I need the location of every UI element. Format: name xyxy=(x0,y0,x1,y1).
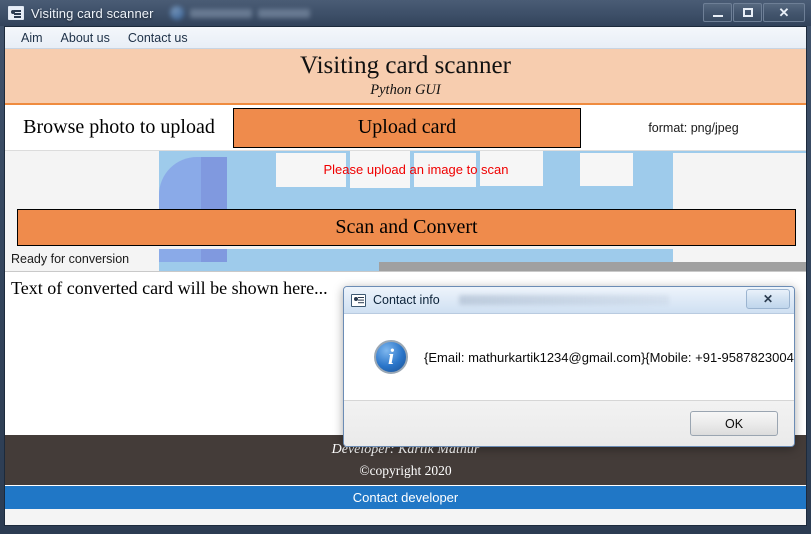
ghost-bar-b xyxy=(258,8,310,18)
page-title: Visiting card scanner xyxy=(300,51,511,79)
output-placeholder-text: Text of converted card will be shown her… xyxy=(11,278,328,298)
scan-and-convert-button[interactable]: Scan and Convert xyxy=(17,209,796,246)
menu-item-aim[interactable]: Aim xyxy=(13,29,51,47)
titlebar-background-artifact xyxy=(170,4,350,22)
close-icon: ✕ xyxy=(778,5,790,20)
dialog-body: i {Email: mathurkartik1234@gmail.com}{Mo… xyxy=(344,313,794,400)
browse-label: Browse photo to upload xyxy=(23,116,215,138)
close-button[interactable]: ✕ xyxy=(763,3,805,22)
maximize-button[interactable] xyxy=(733,3,762,22)
dialog-footer: OK xyxy=(344,400,794,446)
menu-bar: Aim About us Contact us xyxy=(5,27,806,49)
scan-button-row: Scan and Convert xyxy=(5,209,806,249)
window-titlebar[interactable]: Visiting card scanner ✕ xyxy=(0,0,811,26)
contact-info-dialog: Contact info ✕ i {Email: mathurkartik123… xyxy=(343,286,795,447)
info-icon: i xyxy=(374,340,408,374)
dialog-contact-card-icon xyxy=(351,293,366,307)
dialog-titlebar[interactable]: Contact info ✕ xyxy=(344,287,794,313)
dialog-titlebar-artifact xyxy=(459,295,669,305)
maximize-icon xyxy=(742,8,753,17)
upload-row: Browse photo to upload Upload card forma… xyxy=(5,105,806,151)
menu-item-about-us[interactable]: About us xyxy=(53,29,118,47)
contact-developer-button[interactable]: Contact developer xyxy=(5,485,806,509)
window-title: Visiting card scanner xyxy=(31,5,154,21)
minimize-icon xyxy=(712,14,723,17)
upload-card-button[interactable]: Upload card xyxy=(233,107,581,148)
dialog-ok-button[interactable]: OK xyxy=(690,411,778,436)
status-strip: Ready for conversion xyxy=(5,249,806,271)
menu-item-contact-us[interactable]: Contact us xyxy=(120,29,196,47)
card-preview-area: Please upload an image to scan xyxy=(5,151,806,209)
application-window: Visiting card scanner ✕ Aim About us Con… xyxy=(0,0,811,534)
ghost-bar-a xyxy=(190,8,252,18)
status-blue-band xyxy=(159,249,806,271)
window-controls: ✕ xyxy=(703,3,805,22)
format-hint-label: format: png/jpeg xyxy=(648,120,739,135)
contact-card-icon xyxy=(8,6,24,20)
minimize-button[interactable] xyxy=(703,3,732,22)
dialog-message: {Email: mathurkartik1234@gmail.com}{Mobi… xyxy=(424,349,795,365)
upload-prompt-message: Please upload an image to scan xyxy=(323,161,509,177)
status-rounded-shape xyxy=(159,249,227,262)
status-text: Ready for conversion xyxy=(11,252,134,266)
ghost-dot-icon xyxy=(170,6,184,20)
dialog-close-button[interactable]: ✕ xyxy=(746,289,790,309)
card-image-placeholder: Please upload an image to scan xyxy=(159,151,806,209)
dialog-close-icon: ✕ xyxy=(762,292,774,306)
client-area: Aim About us Contact us Visiting card sc… xyxy=(4,26,807,526)
app-header: Visiting card scanner Python GUI xyxy=(5,49,806,105)
titlebar-left-group: Visiting card scanner xyxy=(0,6,154,21)
page-subtitle: Python GUI xyxy=(370,82,441,99)
footer-copyright-label: ©copyright 2020 xyxy=(359,462,452,478)
dialog-title: Contact info xyxy=(373,293,440,307)
status-gray-band xyxy=(379,262,806,271)
